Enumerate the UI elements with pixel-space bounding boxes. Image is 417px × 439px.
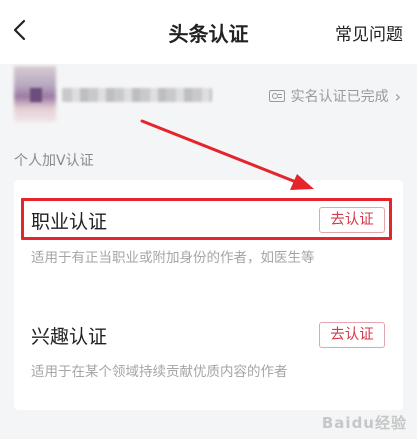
watermark: Baidu经验 (321, 414, 407, 432)
annotation-arrow (140, 119, 314, 190)
